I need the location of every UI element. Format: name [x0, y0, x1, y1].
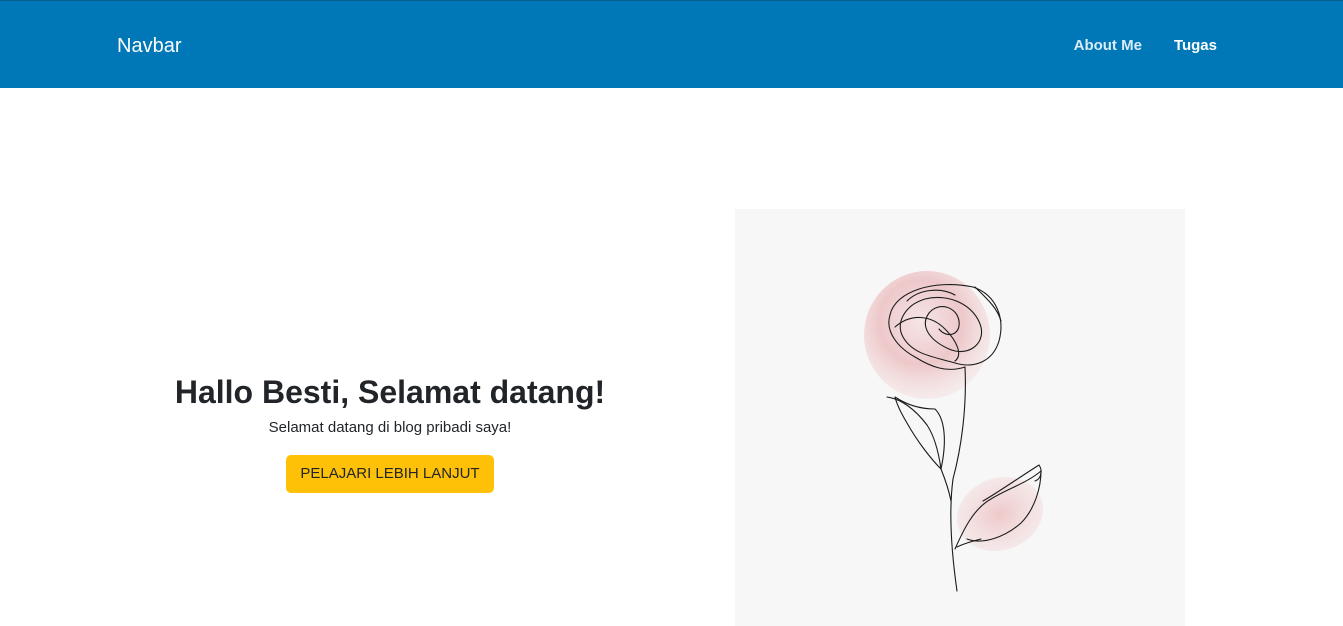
nav-links: About Me Tugas — [1074, 36, 1217, 56]
hero-subtitle: Selamat datang di blog pribadi saya! — [268, 419, 512, 436]
navbar-brand[interactable]: Navbar — [117, 34, 181, 58]
rose-illustration — [735, 209, 1185, 626]
hero-section: Hallo Besti, Selamat datang! Selamat dat… — [130, 372, 650, 493]
hero-title: Hallo Besti, Selamat datang! — [174, 374, 606, 410]
nav-link-tugas[interactable]: Tugas — [1174, 36, 1217, 56]
navbar: Navbar About Me Tugas — [0, 0, 1343, 88]
rose-line-art-image — [864, 271, 1044, 592]
nav-link-about-me[interactable]: About Me — [1074, 36, 1142, 56]
learn-more-button[interactable]: PELAJARI LEBIH LANJUT — [286, 455, 494, 493]
